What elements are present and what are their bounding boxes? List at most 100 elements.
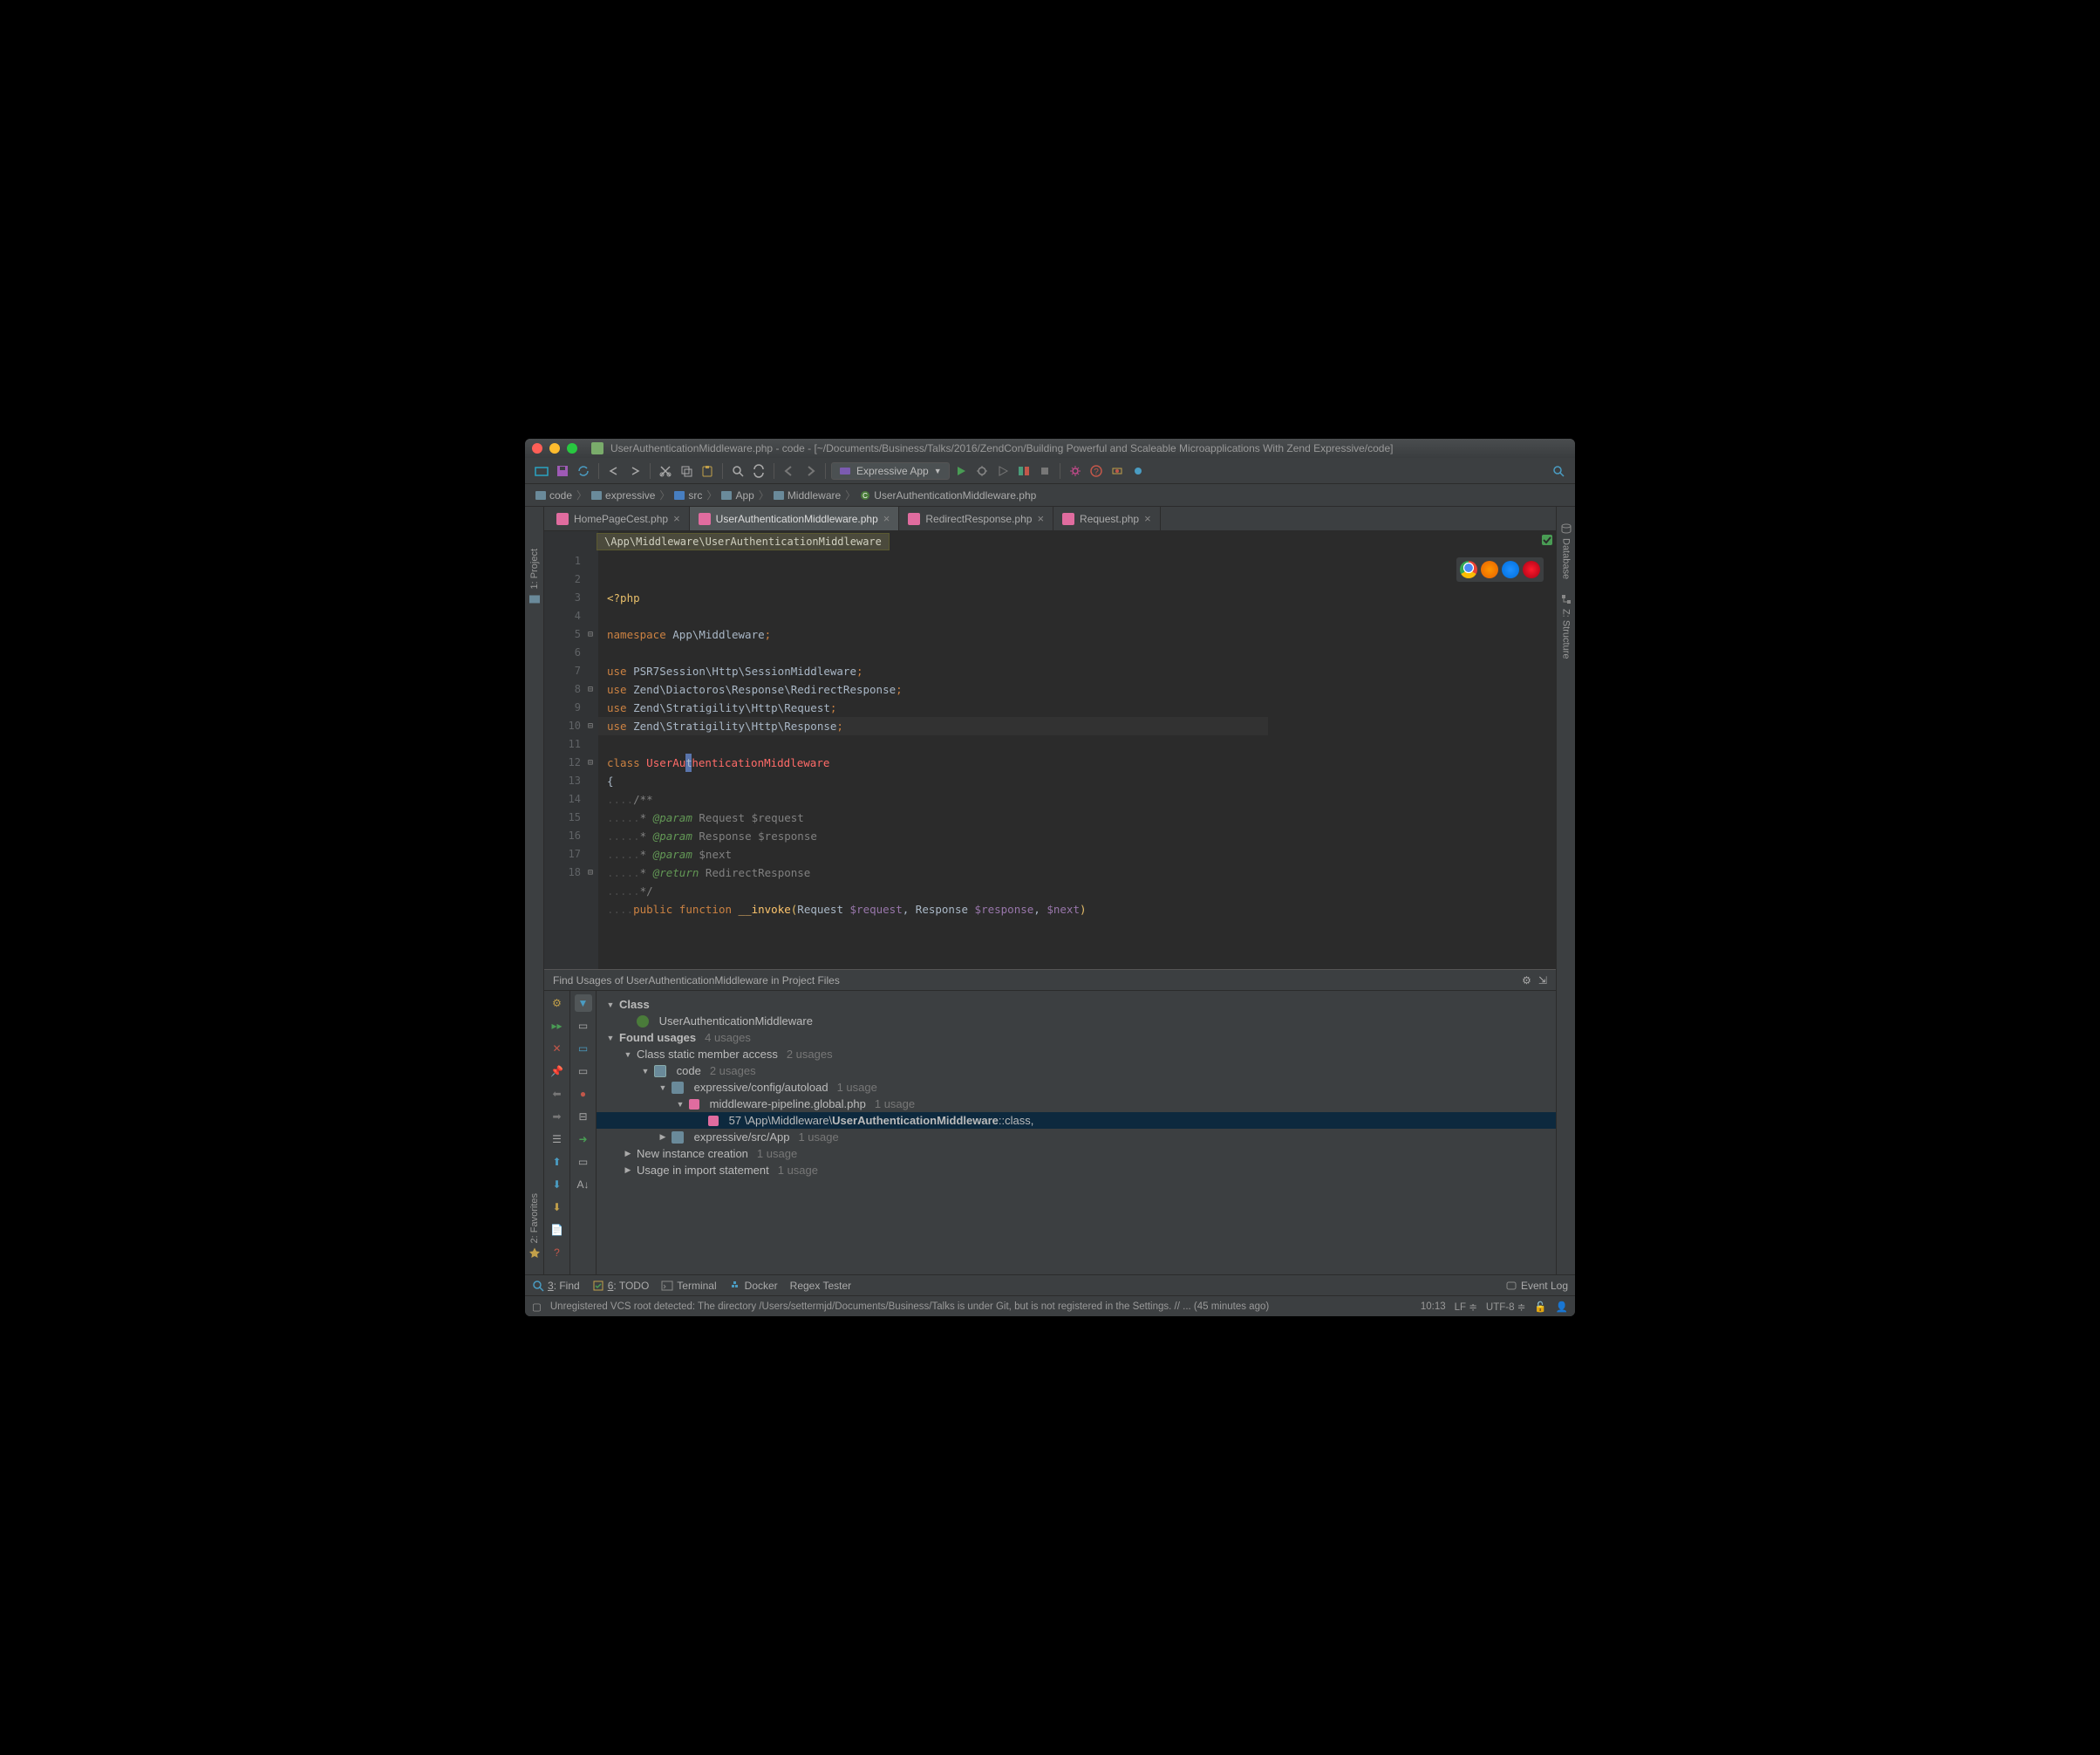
close-tab-icon[interactable]: × bbox=[1037, 512, 1044, 525]
gear-icon[interactable]: ⚙ bbox=[1522, 974, 1531, 987]
help-icon[interactable]: ? bbox=[1087, 461, 1106, 481]
pin-icon[interactable]: 📌 bbox=[549, 1062, 566, 1080]
todo-tool-button[interactable]: 6: TODO bbox=[592, 1280, 650, 1292]
file-encoding[interactable]: UTF-8 ≑ bbox=[1486, 1301, 1525, 1313]
firefox-icon[interactable] bbox=[1481, 561, 1498, 578]
zoom-window-button[interactable] bbox=[567, 443, 577, 454]
run-configuration-dropdown[interactable]: Expressive App ▼ bbox=[831, 462, 950, 480]
close-tab-icon[interactable]: × bbox=[883, 512, 890, 525]
close-tab-icon[interactable]: × bbox=[673, 512, 680, 525]
fold-gutter[interactable]: ⊟ ⊟ ⊟ ⊟ ⊟ bbox=[588, 531, 598, 969]
collapse-icon[interactable]: ⊟ bbox=[575, 1108, 592, 1125]
tree-node[interactable]: ▼Class static member access2 usages bbox=[597, 1046, 1556, 1062]
find-tool-button[interactable]: 3: Find bbox=[532, 1280, 580, 1292]
breadcrumb-item[interactable]: expressive bbox=[588, 489, 658, 502]
undo-icon[interactable] bbox=[604, 461, 624, 481]
sync-icon[interactable] bbox=[574, 461, 593, 481]
save-icon[interactable] bbox=[553, 461, 572, 481]
copy-icon[interactable] bbox=[677, 461, 696, 481]
next-icon[interactable]: ➡ bbox=[549, 1108, 566, 1125]
help-icon[interactable]: ? bbox=[549, 1244, 566, 1261]
ai-icon[interactable] bbox=[1128, 461, 1148, 481]
code-editor[interactable]: <?php namespace App\Middleware; use PSR7… bbox=[598, 531, 1556, 969]
run-icon[interactable] bbox=[951, 461, 971, 481]
tree-node[interactable]: ▶Usage in import statement1 usage bbox=[597, 1162, 1556, 1178]
autoscroll-icon[interactable]: ➜ bbox=[575, 1130, 592, 1148]
editor-tab[interactable]: HomePageCest.php× bbox=[548, 507, 690, 530]
read-only-icon[interactable]: 🔓 bbox=[1534, 1301, 1546, 1313]
pin-icon[interactable]: ⇲ bbox=[1538, 974, 1547, 987]
minimize-window-button[interactable] bbox=[549, 443, 560, 454]
preview-icon[interactable]: ▭ bbox=[575, 1153, 592, 1171]
redo-icon[interactable] bbox=[625, 461, 644, 481]
tree-node[interactable]: UserAuthenticationMiddleware bbox=[597, 1013, 1556, 1029]
structure-tool-button[interactable]: Z: Structure bbox=[1558, 586, 1574, 666]
find-icon[interactable] bbox=[728, 461, 747, 481]
line-separator[interactable]: LF ≑ bbox=[1455, 1301, 1477, 1313]
cursor-position[interactable]: 10:13 bbox=[1421, 1301, 1446, 1312]
rerun-icon[interactable]: ▸▸ bbox=[549, 1017, 566, 1035]
export2-icon[interactable]: ⬇ bbox=[549, 1198, 566, 1216]
project-tool-button[interactable]: 1: Project bbox=[527, 542, 542, 611]
editor-tab[interactable]: UserAuthenticationMiddleware.php× bbox=[690, 507, 900, 530]
terminal-tool-button[interactable]: Terminal bbox=[661, 1280, 716, 1292]
prev-icon[interactable]: ⬅ bbox=[549, 1085, 566, 1103]
breadcrumb-item[interactable]: CUserAuthenticationMiddleware.php bbox=[856, 489, 1040, 502]
down-icon[interactable]: ⬇ bbox=[549, 1176, 566, 1193]
favorites-tool-button[interactable]: 2: Favorites bbox=[527, 1186, 542, 1266]
filter-icon[interactable]: ▼ bbox=[575, 994, 592, 1012]
flatten-icon[interactable]: ▭ bbox=[575, 1062, 592, 1080]
opera-icon[interactable] bbox=[1523, 561, 1540, 578]
tree-node[interactable]: ▶ expressive/src/App1 usage bbox=[597, 1129, 1556, 1145]
forward-icon[interactable] bbox=[801, 461, 820, 481]
search-everywhere-icon[interactable] bbox=[1549, 461, 1568, 481]
regex-tool-button[interactable]: Regex Tester bbox=[790, 1280, 851, 1292]
tree-node[interactable]: ▼Class bbox=[597, 996, 1556, 1013]
replace-icon[interactable] bbox=[749, 461, 768, 481]
cut-icon[interactable] bbox=[656, 461, 675, 481]
namespace-breadcrumb[interactable]: \App\Middleware\UserAuthenticationMiddle… bbox=[597, 533, 890, 550]
editor-tab[interactable]: Request.php× bbox=[1053, 507, 1161, 530]
editor-tab[interactable]: RedirectResponse.php× bbox=[899, 507, 1053, 530]
chrome-icon[interactable] bbox=[1460, 561, 1477, 578]
tree-node[interactable]: ▼ code2 usages bbox=[597, 1062, 1556, 1079]
back-icon[interactable] bbox=[780, 461, 799, 481]
open-icon[interactable] bbox=[532, 461, 551, 481]
tree-node[interactable]: ▶New instance creation1 usage bbox=[597, 1145, 1556, 1162]
status-message[interactable]: Unregistered VCS root detected: The dire… bbox=[550, 1301, 1412, 1312]
safari-icon[interactable] bbox=[1502, 561, 1519, 578]
tree-node[interactable]: ▼Found usages4 usages bbox=[597, 1029, 1556, 1046]
paste-icon[interactable] bbox=[698, 461, 717, 481]
profiler-icon[interactable] bbox=[1014, 461, 1033, 481]
database-tool-button[interactable]: Database bbox=[1558, 516, 1574, 586]
export3-icon[interactable]: 📄 bbox=[549, 1221, 566, 1239]
hector-icon[interactable]: 👤 bbox=[1556, 1301, 1568, 1313]
editor-area[interactable]: \App\Middleware\UserAuthenticationMiddle… bbox=[544, 531, 1556, 969]
coverage-icon[interactable] bbox=[993, 461, 1012, 481]
export-icon[interactable]: ☰ bbox=[549, 1130, 566, 1148]
merge-icon[interactable]: ▭ bbox=[575, 1040, 592, 1057]
stop-icon[interactable]: ● bbox=[575, 1085, 592, 1103]
tree-node[interactable]: 57 \App\Middleware\UserAuthenticationMid… bbox=[597, 1112, 1556, 1129]
debug-icon[interactable] bbox=[972, 461, 992, 481]
usages-tree[interactable]: ▼Class UserAuthenticationMiddleware ▼Fou… bbox=[597, 991, 1556, 1274]
close-window-button[interactable] bbox=[532, 443, 542, 454]
docker-tool-button[interactable]: Docker bbox=[729, 1280, 778, 1292]
up-icon[interactable]: ⬆ bbox=[549, 1153, 566, 1171]
breadcrumb-item[interactable]: src bbox=[671, 489, 706, 502]
close-tab-icon[interactable]: × bbox=[1144, 512, 1151, 525]
close-icon[interactable]: ✕ bbox=[549, 1040, 566, 1057]
tree-node[interactable]: ▼ expressive/config/autoload1 usage bbox=[597, 1079, 1556, 1096]
tree-node[interactable]: ▼ middleware-pipeline.global.php1 usage bbox=[597, 1096, 1556, 1112]
toggle-toolwindows-icon[interactable]: ▢ bbox=[532, 1301, 542, 1313]
event-log-button[interactable]: Event Log bbox=[1505, 1280, 1568, 1292]
breadcrumb-item[interactable]: Middleware bbox=[770, 489, 844, 502]
listener-icon[interactable] bbox=[1108, 461, 1127, 481]
breadcrumb-item[interactable]: code bbox=[532, 489, 576, 502]
sort-icon[interactable]: A↓ bbox=[575, 1176, 592, 1193]
stop-icon[interactable] bbox=[1035, 461, 1054, 481]
group-icon[interactable]: ▭ bbox=[575, 1017, 592, 1035]
settings-icon[interactable] bbox=[1066, 461, 1085, 481]
breadcrumb-item[interactable]: App bbox=[718, 489, 757, 502]
settings-icon[interactable]: ⚙ bbox=[549, 994, 566, 1012]
